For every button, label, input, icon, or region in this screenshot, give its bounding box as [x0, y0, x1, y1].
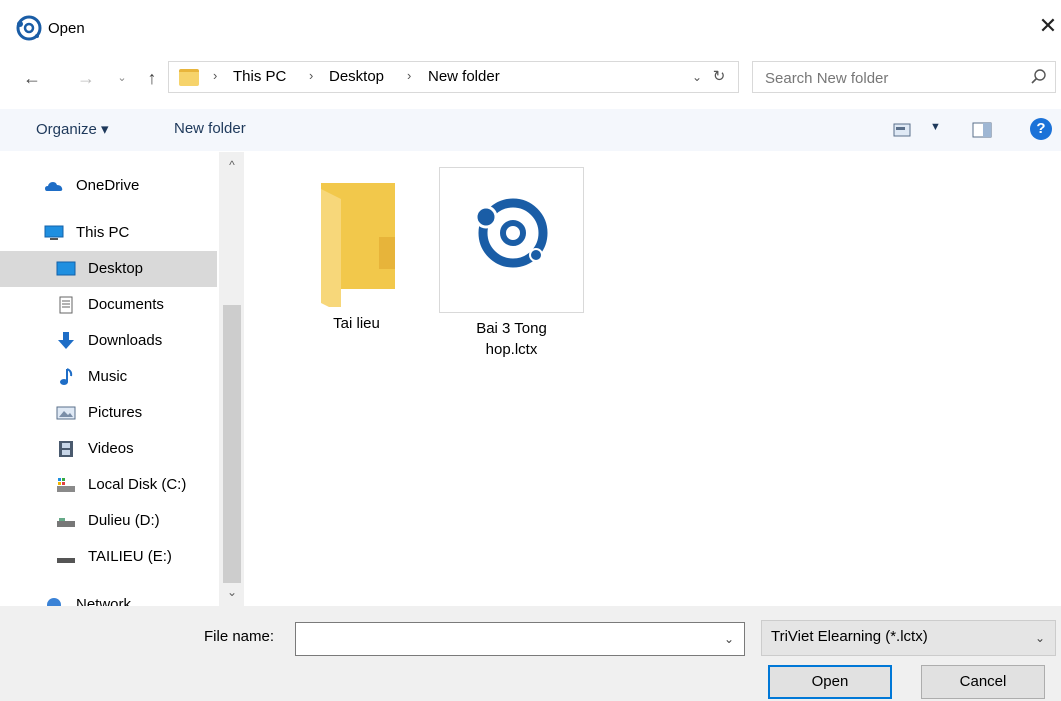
sidebar-item-videos[interactable]: Videos: [0, 431, 217, 467]
sidebar-item-label: Documents: [88, 296, 164, 313]
folder-icon: [321, 183, 395, 307]
file-item-folder[interactable]: Tai lieu: [284, 167, 429, 347]
breadcrumb-new-folder[interactable]: New folder: [428, 68, 500, 85]
file-label: hop.lctx: [485, 341, 538, 358]
sidebar-item-label: Desktop: [88, 260, 144, 277]
preview-pane-icon[interactable]: [972, 122, 992, 138]
network-icon: [47, 598, 61, 606]
sidebar-item-label: Dulieu (D:): [88, 512, 160, 529]
scroll-up-icon[interactable]: ^: [224, 158, 240, 174]
file-type-filter-value: TriViet Elearning (*.lctx): [771, 628, 928, 645]
sidebar-item-label: Videos: [88, 440, 134, 457]
sidebar-item-this-pc[interactable]: This PC: [0, 215, 217, 251]
sidebar-item-label: This PC: [76, 224, 130, 241]
videos-icon: [59, 441, 73, 457]
file-name-combobox[interactable]: ⌄: [295, 622, 745, 656]
sidebar-item-music[interactable]: Music: [0, 359, 217, 395]
forward-arrow-icon[interactable]: →: [74, 66, 98, 90]
up-arrow-icon[interactable]: ↑: [140, 66, 164, 90]
breadcrumb-separator: ›: [407, 68, 412, 83]
music-icon: [60, 368, 73, 385]
organize-button[interactable]: Organize ▾: [36, 120, 109, 138]
open-button[interactable]: Open: [768, 665, 892, 699]
sidebar-item-label: OneDrive: [76, 177, 140, 194]
back-arrow-icon[interactable]: ←: [20, 66, 44, 90]
address-bar[interactable]: › This PC › Desktop › New folder ⌄ ↻: [168, 61, 739, 93]
file-label: Bai 3 Tong: [476, 320, 547, 337]
desktop-icon: [56, 261, 76, 276]
breadcrumb-this-pc[interactable]: This PC: [233, 68, 286, 85]
local-disk-icon: [57, 478, 75, 492]
sidebar-item-label: Downloads: [88, 332, 163, 349]
file-label: Tai lieu: [333, 315, 380, 332]
breadcrumb-separator: ›: [213, 68, 218, 83]
cancel-button[interactable]: Cancel: [921, 665, 1045, 699]
sidebar-item-label: Local Disk (C:): [88, 476, 187, 493]
sidebar-item-label: Network: [76, 596, 132, 606]
documents-icon: [59, 296, 73, 314]
file-name-label: File name:: [204, 628, 275, 645]
title-bar: [0, 0, 1061, 56]
downloads-icon: [58, 332, 74, 349]
breadcrumb-desktop[interactable]: Desktop: [329, 68, 384, 85]
close-icon[interactable]: ✕: [1036, 14, 1060, 38]
sidebar-item-downloads[interactable]: Downloads: [0, 323, 217, 359]
nav-scrollbar-thumb[interactable]: [223, 305, 241, 583]
sidebar-item-label: Music: [88, 368, 128, 385]
recent-locations-chevron-icon[interactable]: ⌄: [110, 66, 134, 90]
search-icon[interactable]: [1029, 67, 1049, 87]
sidebar-item-onedrive[interactable]: OneDrive: [0, 168, 217, 204]
sidebar-item-pictures[interactable]: Pictures: [0, 395, 217, 431]
search-box[interactable]: [752, 61, 1056, 93]
sidebar-item-label: TAILIEU (E:): [88, 548, 172, 565]
new-folder-button[interactable]: New folder: [174, 120, 246, 137]
sidebar-item-network[interactable]: Network: [0, 587, 217, 606]
window-title: Open: [48, 20, 85, 37]
file-item-lctx[interactable]: [439, 167, 584, 313]
sidebar-item-label: Pictures: [88, 404, 143, 421]
navigation-pane: OneDrive This PC Desktop Documents Downl…: [0, 152, 244, 606]
search-input[interactable]: [763, 67, 1027, 89]
help-icon[interactable]: ?: [1030, 118, 1052, 140]
sidebar-item-desktop[interactable]: Desktop: [0, 251, 217, 287]
app-logo-icon: [16, 15, 42, 41]
pictures-icon: [56, 406, 76, 420]
change-view-icon[interactable]: [893, 123, 911, 137]
drive-icon: [57, 558, 75, 563]
sidebar-item-local-disk-c[interactable]: Local Disk (C:): [0, 467, 217, 503]
refresh-icon[interactable]: ↻: [710, 66, 728, 88]
drive-icon: [57, 518, 75, 527]
sidebar-item-documents[interactable]: Documents: [0, 287, 217, 323]
sidebar-item-tailieu-e[interactable]: TAILIEU (E:): [0, 539, 217, 575]
folder-icon: [179, 69, 199, 86]
file-type-filter-select[interactable]: TriViet Elearning (*.lctx) ⌄: [761, 620, 1056, 656]
file-name-input[interactable]: [302, 629, 716, 651]
chevron-down-icon: ⌄: [1034, 631, 1046, 645]
computer-icon: [44, 225, 64, 240]
scroll-down-icon[interactable]: ⌄: [224, 585, 240, 601]
chevron-down-icon[interactable]: ⌄: [720, 629, 738, 649]
onedrive-icon: [45, 182, 63, 191]
address-dropdown-chevron-icon[interactable]: ⌄: [688, 66, 706, 88]
sidebar-item-dulieu-d[interactable]: Dulieu (D:): [0, 503, 217, 539]
elearning-file-icon: [474, 198, 548, 268]
breadcrumb-separator: ›: [309, 68, 314, 83]
view-options-dropdown-icon[interactable]: ▼: [930, 121, 941, 133]
